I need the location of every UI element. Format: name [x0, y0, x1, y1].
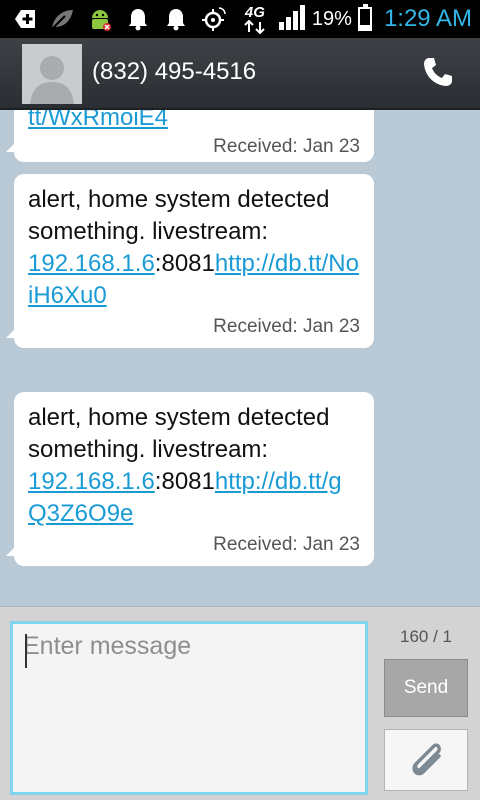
message-body: alert, home system detected something. l…: [28, 404, 330, 463]
send-button[interactable]: Send: [384, 659, 468, 717]
gps-icon: [200, 6, 228, 32]
call-button[interactable]: [418, 54, 458, 94]
received-timestamp: Received: Jan 23: [213, 136, 360, 157]
clock: 1:29 AM: [383, 5, 472, 32]
notification-bell-icon: [124, 6, 152, 32]
compose-area: 160 / 1 Send: [0, 606, 480, 800]
message-input[interactable]: [13, 624, 365, 669]
message-text: alert, home system detected something. l…: [28, 184, 360, 312]
message-bubble[interactable]: tt/WxRmoiE4 Received: Jan 23: [6, 110, 374, 162]
port-text: :8081: [154, 250, 215, 277]
notification-bell-icon: [162, 6, 190, 32]
message-text: tt/WxRmoiE4: [28, 110, 360, 134]
network-4g-icon: 4G: [238, 5, 272, 34]
message-body: alert, home system detected something. l…: [28, 186, 330, 245]
message-bubble[interactable]: alert, home system detected something. l…: [6, 392, 374, 566]
signal-strength-icon: [278, 3, 306, 36]
message-list[interactable]: tt/WxRmoiE4 Received: Jan 23 alert, home…: [0, 110, 480, 606]
status-bar: 4G 19% 1:29 AM: [0, 0, 480, 38]
battery-icon: [357, 4, 372, 31]
battery-percent: 19%: [311, 7, 352, 30]
port-text: :8081: [154, 468, 215, 495]
message-bubble[interactable]: alert, home system detected something. l…: [6, 174, 374, 348]
text-caret: [25, 634, 27, 668]
battery-fill: [359, 25, 370, 29]
message-input-box[interactable]: [10, 621, 368, 795]
message-link[interactable]: tt/WxRmoiE4: [28, 110, 168, 131]
message-text: alert, home system detected something. l…: [28, 402, 360, 530]
received-timestamp: Received: Jan 23: [213, 534, 360, 555]
character-counter: 160 / 1: [400, 627, 452, 646]
leaf-icon: [48, 6, 76, 32]
received-timestamp: Received: Jan 23: [213, 316, 360, 337]
ip-link[interactable]: 192.168.1.6: [28, 250, 155, 277]
ip-link[interactable]: 192.168.1.6: [28, 468, 155, 495]
paperclip-icon: [404, 736, 448, 785]
contact-name: (832) 495-4516: [92, 58, 257, 85]
avatar[interactable]: [22, 44, 82, 104]
notification-icons: [10, 4, 228, 34]
attach-button[interactable]: [384, 729, 468, 791]
android-debug-icon: [86, 6, 114, 32]
conversation-header: (832) 495-4516: [0, 38, 480, 110]
phone-icon: [421, 55, 455, 94]
network-type: 4G: [244, 3, 265, 21]
plus-notification-icon: [10, 6, 38, 32]
